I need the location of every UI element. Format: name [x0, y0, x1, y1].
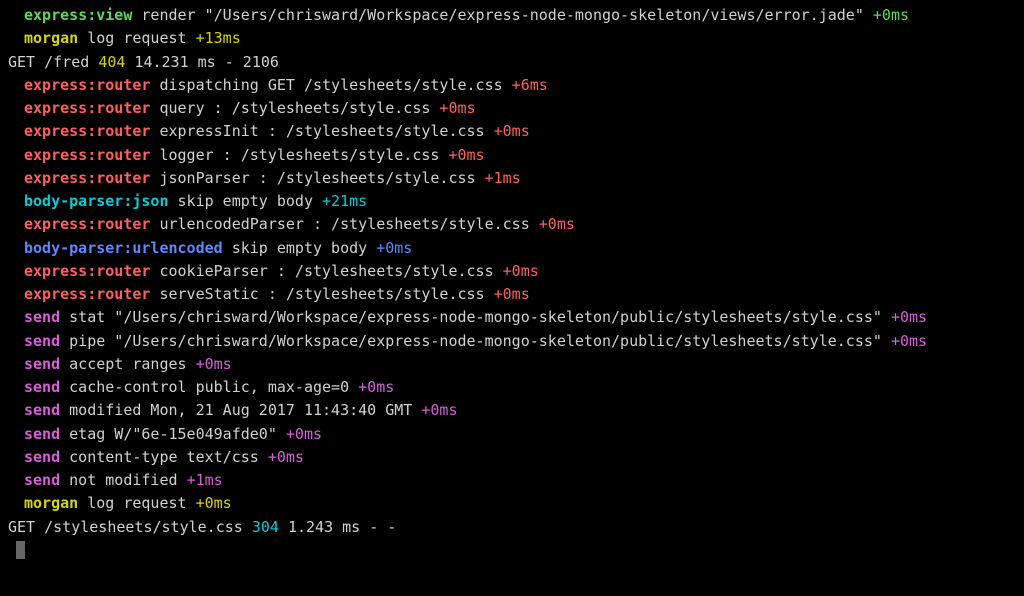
log-segment: express:router: [24, 76, 150, 94]
log-segment: +0ms: [503, 262, 539, 280]
log-line: send pipe "/Users/chrisward/Workspace/ex…: [0, 330, 1024, 353]
log-segment: +0ms: [268, 448, 304, 466]
log-segment: dispatching GET /stylesheets/style.css: [150, 76, 511, 94]
log-segment: express:router: [24, 99, 150, 117]
log-line: morgan log request +0ms: [0, 492, 1024, 515]
terminal-output[interactable]: express:view render "/Users/chrisward/Wo…: [0, 4, 1024, 562]
log-segment: express:view: [24, 6, 132, 24]
log-segment: content-type text/css: [60, 448, 268, 466]
log-segment: +0ms: [539, 215, 575, 233]
log-line: express:view render "/Users/chrisward/Wo…: [0, 4, 1024, 27]
log-segment: render "/Users/chrisward/Workspace/expre…: [132, 6, 873, 24]
log-segment: log request: [78, 29, 195, 47]
log-segment: send: [24, 332, 60, 350]
log-segment: express:router: [24, 169, 150, 187]
log-segment: urlencodedParser : /stylesheets/style.cs…: [150, 215, 538, 233]
log-segment: stat "/Users/chrisward/Workspace/express…: [60, 308, 891, 326]
log-segment: 404: [98, 53, 125, 71]
log-segment: morgan: [24, 494, 78, 512]
log-segment: skip empty body: [223, 239, 377, 257]
log-line: express:router cookieParser : /styleshee…: [0, 260, 1024, 283]
log-segment: send: [24, 378, 60, 396]
log-segment: serveStatic : /stylesheets/style.css: [150, 285, 493, 303]
log-segment: express:router: [24, 285, 150, 303]
log-segment: +0ms: [196, 355, 232, 373]
log-line: send content-type text/css +0ms: [0, 446, 1024, 469]
log-segment: express:router: [24, 122, 150, 140]
log-segment: GET /fred: [8, 53, 98, 71]
log-segment: send: [24, 448, 60, 466]
log-line: express:router dispatching GET /styleshe…: [0, 74, 1024, 97]
log-line: send modified Mon, 21 Aug 2017 11:43:40 …: [0, 399, 1024, 422]
log-line: express:router query : /stylesheets/styl…: [0, 97, 1024, 120]
log-segment: 304: [252, 518, 279, 536]
log-segment: +0ms: [358, 378, 394, 396]
log-segment: 14.231 ms - 2106: [125, 53, 279, 71]
log-segment: not modified: [60, 471, 186, 489]
log-segment: morgan: [24, 29, 78, 47]
log-segment: +6ms: [512, 76, 548, 94]
log-segment: query : /stylesheets/style.css: [150, 99, 439, 117]
log-segment: express:router: [24, 146, 150, 164]
log-segment: send: [24, 401, 60, 419]
log-segment: GET /stylesheets/style.css: [8, 518, 252, 536]
log-segment: send: [24, 471, 60, 489]
log-segment: +0ms: [286, 425, 322, 443]
log-segment: +0ms: [376, 239, 412, 257]
log-segment: 1.243 ms - -: [279, 518, 396, 536]
log-line: send not modified +1ms: [0, 469, 1024, 492]
log-segment: expressInit : /stylesheets/style.css: [150, 122, 493, 140]
log-line: send accept ranges +0ms: [0, 353, 1024, 376]
log-segment: +0ms: [494, 285, 530, 303]
terminal-cursor: [16, 541, 25, 559]
log-segment: +13ms: [196, 29, 241, 47]
log-line: send cache-control public, max-age=0 +0m…: [0, 376, 1024, 399]
log-segment: modified Mon, 21 Aug 2017 11:43:40 GMT: [60, 401, 421, 419]
log-segment: +0ms: [448, 146, 484, 164]
log-segment: send: [24, 425, 60, 443]
log-segment: log request: [78, 494, 195, 512]
log-segment: cache-control public, max-age=0: [60, 378, 358, 396]
log-segment: accept ranges: [60, 355, 195, 373]
log-segment: cookieParser : /stylesheets/style.css: [150, 262, 502, 280]
log-segment: +1ms: [187, 471, 223, 489]
log-segment: express:router: [24, 262, 150, 280]
log-segment: +0ms: [196, 494, 232, 512]
log-line: express:router urlencodedParser : /style…: [0, 213, 1024, 236]
log-line: body-parser:urlencoded skip empty body +…: [0, 237, 1024, 260]
log-segment: body-parser:json: [24, 192, 169, 210]
log-segment: express:router: [24, 215, 150, 233]
log-segment: jsonParser : /stylesheets/style.css: [150, 169, 484, 187]
log-line: express:router logger : /stylesheets/sty…: [0, 144, 1024, 167]
log-segment: +0ms: [891, 308, 927, 326]
log-segment: logger : /stylesheets/style.css: [150, 146, 448, 164]
log-line: GET /stylesheets/style.css 304 1.243 ms …: [0, 516, 1024, 539]
cursor-line: [0, 539, 1024, 562]
log-line: express:router jsonParser : /stylesheets…: [0, 167, 1024, 190]
log-line: GET /fred 404 14.231 ms - 2106: [0, 51, 1024, 74]
log-segment: skip empty body: [169, 192, 323, 210]
log-segment: etag W/"6e-15e049afde0": [60, 425, 286, 443]
log-line: body-parser:json skip empty body +21ms: [0, 190, 1024, 213]
log-line: send etag W/"6e-15e049afde0" +0ms: [0, 423, 1024, 446]
log-segment: +1ms: [485, 169, 521, 187]
log-line: express:router expressInit : /stylesheet…: [0, 120, 1024, 143]
log-line: send stat "/Users/chrisward/Workspace/ex…: [0, 306, 1024, 329]
log-segment: +0ms: [873, 6, 909, 24]
log-line: morgan log request +13ms: [0, 27, 1024, 50]
log-segment: send: [24, 308, 60, 326]
log-segment: body-parser:urlencoded: [24, 239, 223, 257]
log-segment: pipe "/Users/chrisward/Workspace/express…: [60, 332, 891, 350]
log-segment: send: [24, 355, 60, 373]
log-segment: +0ms: [494, 122, 530, 140]
log-segment: +0ms: [439, 99, 475, 117]
log-segment: +0ms: [891, 332, 927, 350]
log-line: express:router serveStatic : /stylesheet…: [0, 283, 1024, 306]
log-segment: +0ms: [421, 401, 457, 419]
log-segment: +21ms: [322, 192, 367, 210]
